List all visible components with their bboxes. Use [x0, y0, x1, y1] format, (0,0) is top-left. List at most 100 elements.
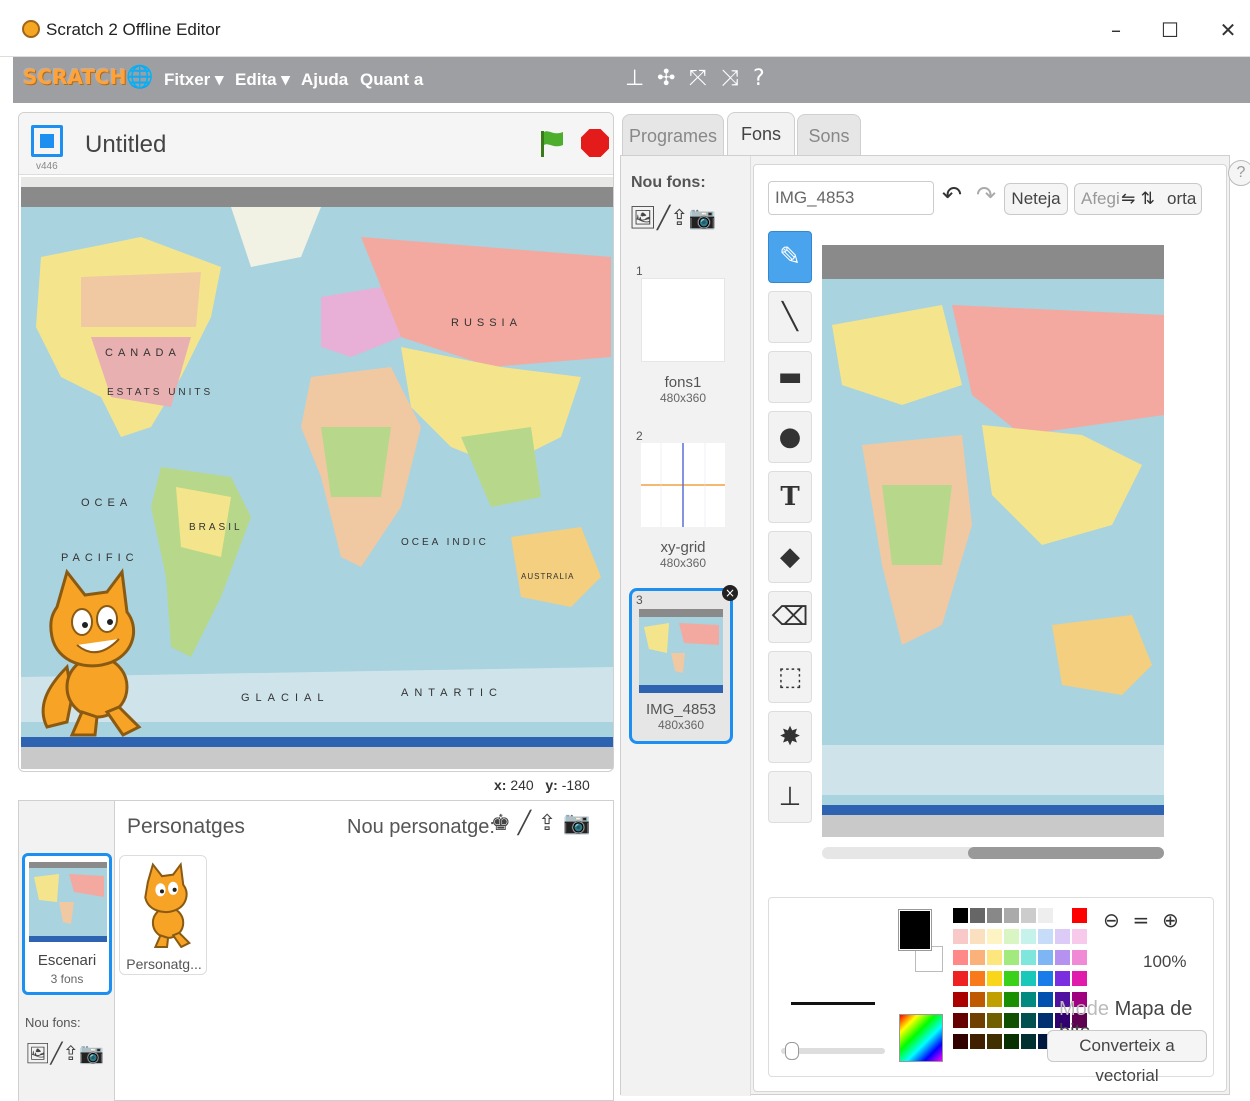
tab-scripts[interactable]: Programes: [622, 114, 724, 158]
rectangle-tool-icon[interactable]: ▬: [768, 351, 812, 403]
menu-about[interactable]: Quant a: [360, 70, 423, 90]
camera-backdrop-icon[interactable]: 📷: [689, 206, 716, 231]
text-tool-icon[interactable]: T: [768, 471, 812, 523]
color-swatch[interactable]: [987, 1013, 1002, 1028]
upload-backdrop-icon[interactable]: ⇪: [670, 206, 688, 231]
color-swatch[interactable]: [1021, 1034, 1036, 1049]
flip-icons[interactable]: ⇋ ⇅: [1121, 184, 1155, 214]
magic-wand-tool-icon[interactable]: ✸: [768, 711, 812, 763]
color-swatch[interactable]: [1072, 929, 1087, 944]
color-swatch[interactable]: [1072, 950, 1087, 965]
color-swatch[interactable]: [1004, 1013, 1019, 1028]
redo-icon[interactable]: ↷: [976, 181, 1002, 213]
paint-backdrop-icon[interactable]: ╱: [657, 206, 670, 231]
upload-icon[interactable]: ⇪: [62, 1041, 79, 1065]
color-swatch[interactable]: [970, 1013, 985, 1028]
camera-sprite-icon[interactable]: 📷: [563, 811, 590, 836]
menu-help[interactable]: Ajuda: [301, 70, 348, 90]
backdrop-item-1[interactable]: 1 fons1 480x360: [631, 264, 735, 414]
color-swatch[interactable]: [1072, 971, 1087, 986]
scratch-logo[interactable]: SCRATCH: [23, 65, 126, 89]
brush-icon[interactable]: ╱: [50, 1041, 62, 1065]
backdrop-item-2[interactable]: 2 xy-grid 480x360: [631, 429, 735, 579]
canvas-scrollbar[interactable]: [822, 847, 1164, 859]
maximize-button[interactable]: ☐: [1150, 14, 1190, 46]
camera-icon[interactable]: 📷: [79, 1041, 104, 1065]
sprite-library-icon[interactable]: ♚: [491, 811, 511, 836]
grow-icon[interactable]: ⤧: [689, 66, 707, 91]
tab-backdrops[interactable]: Fons: [727, 112, 795, 158]
line-width-slider[interactable]: [781, 1042, 885, 1060]
stop-icon[interactable]: [581, 129, 609, 157]
color-swatch[interactable]: [1004, 1034, 1019, 1049]
color-swatch[interactable]: [1004, 971, 1019, 986]
color-swatch[interactable]: [1038, 971, 1053, 986]
color-swatch[interactable]: [1004, 950, 1019, 965]
undo-icon[interactable]: ↶: [942, 181, 968, 213]
sprite-thumbnail[interactable]: Personatg...: [119, 855, 207, 975]
paint-canvas[interactable]: [822, 245, 1164, 837]
delete-backdrop-icon[interactable]: ×: [722, 585, 738, 601]
menu-edit[interactable]: Edita ▾: [235, 70, 290, 90]
line-tool-icon[interactable]: ╲: [768, 291, 812, 343]
menu-file[interactable]: Fitxer ▾: [164, 70, 224, 90]
stage-canvas[interactable]: CANADA RUSSIA ESTATS UNITS OCEA PACIFIC …: [21, 177, 613, 769]
color-swatch[interactable]: [1021, 950, 1036, 965]
color-swatch[interactable]: [1038, 908, 1053, 923]
help-icon[interactable]: ?: [753, 66, 765, 91]
stage-thumbnail[interactable]: Escenari 3 fons: [22, 853, 112, 995]
fullscreen-icon[interactable]: [31, 125, 63, 157]
color-swatch[interactable]: [953, 1034, 968, 1049]
shrink-icon[interactable]: ⤨: [721, 66, 739, 91]
upload-sprite-icon[interactable]: ⇪: [538, 811, 556, 836]
fill-tool-icon[interactable]: ◆: [768, 531, 812, 583]
color-swatch[interactable]: [987, 950, 1002, 965]
color-swatch[interactable]: [987, 908, 1002, 923]
zoom-out-icon[interactable]: ⊖: [1103, 908, 1120, 932]
slider-handle[interactable]: [785, 1042, 799, 1060]
project-title[interactable]: Untitled: [85, 131, 166, 159]
color-swatch[interactable]: [970, 950, 985, 965]
color-swatch[interactable]: [953, 1013, 968, 1028]
choose-backdrop-icon[interactable]: 🖼: [629, 206, 657, 231]
brush-tool-icon[interactable]: ✎: [768, 231, 812, 283]
color-swatch[interactable]: [1004, 908, 1019, 923]
close-button[interactable]: ✕: [1208, 14, 1248, 46]
help-tips-icon[interactable]: ?: [1228, 160, 1250, 186]
color-swatch[interactable]: [953, 971, 968, 986]
color-swatch[interactable]: [1038, 929, 1053, 944]
zoom-in-icon[interactable]: ⊕: [1162, 908, 1179, 932]
color-swatch[interactable]: [1004, 929, 1019, 944]
green-flag-icon[interactable]: [539, 129, 565, 157]
color-swatch[interactable]: [953, 992, 968, 1007]
scratch-cat-sprite[interactable]: [27, 567, 147, 737]
color-swatch[interactable]: [987, 992, 1002, 1007]
primary-color[interactable]: [898, 909, 932, 951]
color-swatch[interactable]: [1021, 908, 1036, 923]
color-swatch[interactable]: [987, 971, 1002, 986]
color-swatch[interactable]: [953, 950, 968, 965]
color-swatch[interactable]: [1055, 971, 1070, 986]
tab-sounds[interactable]: Sons: [797, 114, 861, 158]
color-swatch[interactable]: [970, 929, 985, 944]
clear-button[interactable]: Neteja: [1004, 183, 1068, 215]
import-button[interactable]: Afegi ⇋ ⇅ orta: [1074, 183, 1202, 215]
color-swatch[interactable]: [1021, 992, 1036, 1007]
color-swatch[interactable]: [953, 929, 968, 944]
color-swatch[interactable]: [1038, 992, 1053, 1007]
color-swatch[interactable]: [970, 992, 985, 1007]
paint-sprite-icon[interactable]: ╱: [518, 811, 531, 836]
color-swatch[interactable]: [970, 971, 985, 986]
color-swatch[interactable]: [1055, 908, 1070, 923]
color-swatch[interactable]: [1055, 929, 1070, 944]
zoom-reset-icon[interactable]: =: [1132, 908, 1149, 932]
color-swatch[interactable]: [953, 908, 968, 923]
stamp-icon[interactable]: ⊥: [625, 66, 644, 91]
color-swatch[interactable]: [1021, 1013, 1036, 1028]
color-swatch[interactable]: [1021, 971, 1036, 986]
stamp-tool-icon[interactable]: ⊥: [768, 771, 812, 823]
minimize-button[interactable]: –: [1096, 14, 1136, 46]
backdrop-item-3-selected[interactable]: 3 × IMG_4853 480x360: [629, 585, 738, 744]
convert-to-vector-button[interactable]: Converteix a vectorial: [1047, 1030, 1207, 1085]
color-swatch[interactable]: [987, 1034, 1002, 1049]
